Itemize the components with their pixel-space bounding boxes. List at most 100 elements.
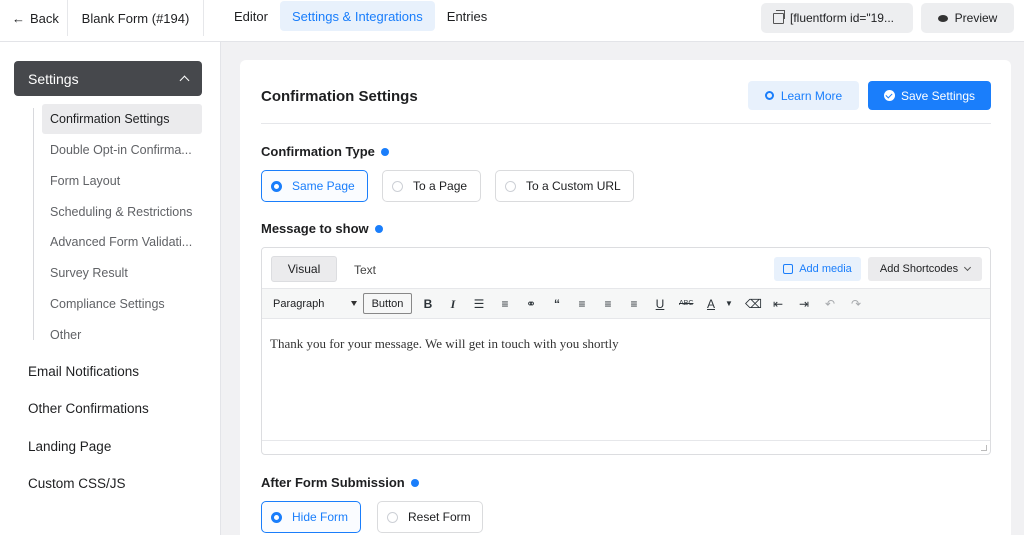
editor-content[interactable]: Thank you for your message. We will get … [270, 336, 619, 352]
shortcode-text: [fluentform id="19... [790, 11, 894, 25]
learn-more-label: Learn More [780, 88, 843, 103]
redo-icon[interactable]: ↷ [849, 296, 863, 312]
header-divider [261, 123, 991, 124]
radio-hide-form[interactable]: Hide Form [261, 501, 361, 533]
preview-label: Preview [954, 11, 998, 25]
message-label-text: Message to show [261, 221, 369, 236]
italic-icon[interactable]: I [446, 296, 460, 312]
bold-icon[interactable]: B [421, 296, 435, 312]
blockquote-icon[interactable]: “ [550, 296, 564, 312]
radio-to-a-page[interactable]: To a Page [382, 170, 481, 202]
editor-tabs-bar: Visual Text Add media Add Shortcodes [262, 248, 990, 288]
top-tabs: Editor Settings & Integrations Entries [222, 1, 499, 31]
format-select[interactable]: Paragraph [269, 294, 361, 313]
sidebar-item-double-opt-in[interactable]: Double Opt-in Confirma... [42, 135, 202, 165]
tab-visual[interactable]: Visual [271, 256, 337, 282]
sidebar-item-email-notifications[interactable]: Email Notifications [28, 364, 139, 379]
add-media-button[interactable]: Add media [774, 257, 861, 281]
back-button[interactable]: ← Back [0, 0, 68, 36]
sidebar-item-survey-result[interactable]: Survey Result [42, 258, 202, 288]
resize-handle-icon[interactable] [981, 445, 987, 451]
sidebar-item-form-layout[interactable]: Form Layout [42, 166, 202, 196]
undo-icon[interactable]: ↶ [823, 296, 837, 312]
format-select-value: Paragraph [273, 297, 325, 310]
tab-settings-integrations[interactable]: Settings & Integrations [279, 1, 435, 31]
radio-dot-icon [387, 511, 398, 523]
add-shortcodes-dropdown[interactable]: Add Shortcodes [868, 257, 982, 281]
editor-toolbar: Paragraph Button B I ☰ ≡ ⚭ “ ≡ ≡ ≡ U ABC… [262, 288, 990, 319]
info-icon[interactable] [410, 478, 419, 487]
tab-entries[interactable]: Entries [435, 1, 499, 31]
top-bar: ← Back Blank Form (#194) Editor Settings… [0, 0, 1024, 42]
radio-reset-form-label: Reset Form [408, 510, 471, 524]
after-submission-label: After Form Submission [261, 475, 419, 490]
radio-custom-url-label: To a Custom URL [526, 179, 621, 193]
radio-dot-icon [505, 180, 516, 192]
radio-dot-icon [392, 180, 403, 192]
back-label: Back [30, 10, 59, 26]
media-icon [783, 264, 794, 274]
link-icon[interactable]: ⚭ [524, 296, 538, 312]
add-shortcodes-label: Add Shortcodes [879, 263, 959, 275]
radio-same-page[interactable]: Same Page [261, 170, 368, 202]
tab-editor[interactable]: Editor [222, 1, 280, 31]
preview-button[interactable]: Preview [921, 3, 1014, 33]
save-settings-label: Save Settings [900, 88, 976, 103]
radio-dot-icon [271, 511, 282, 523]
sidebar-item-other[interactable]: Other [42, 320, 202, 350]
text-color-caret-icon[interactable]: ▼ [722, 296, 736, 312]
info-icon[interactable] [380, 147, 389, 156]
form-name: Blank Form (#194) [68, 0, 204, 36]
message-label: Message to show [261, 221, 383, 236]
shortcode-copy-button[interactable]: [fluentform id="19... [761, 3, 913, 33]
numbered-list-icon[interactable]: ≡ [498, 296, 512, 312]
message-editor: Visual Text Add media Add Shortcodes Par… [261, 247, 991, 455]
radio-reset-form[interactable]: Reset Form [377, 501, 483, 533]
settings-card: Confirmation Settings Learn More Save Se… [240, 60, 1011, 535]
caret-down-icon [351, 301, 357, 306]
sidebar-settings-header[interactable]: Settings [14, 61, 202, 96]
align-center-icon[interactable]: ≡ [601, 296, 615, 312]
after-submission-text: After Form Submission [261, 475, 405, 490]
radio-to-a-page-label: To a Page [413, 179, 468, 193]
align-left-icon[interactable]: ≡ [575, 296, 589, 312]
radio-custom-url[interactable]: To a Custom URL [495, 170, 634, 202]
insert-button-button[interactable]: Button [363, 293, 412, 314]
sidebar-item-advanced-validation[interactable]: Advanced Form Validati... [42, 227, 202, 257]
sidebar-item-other-confirmations[interactable]: Other Confirmations [28, 401, 149, 416]
chevron-up-icon [179, 75, 190, 86]
page-title: Confirmation Settings [261, 88, 418, 105]
radio-same-page-label: Same Page [292, 179, 355, 193]
settings-sidebar: Settings Confirmation Settings Double Op… [0, 42, 221, 535]
eye-icon [937, 14, 948, 22]
editor-footer-line [262, 440, 990, 441]
sidebar-item-compliance[interactable]: Compliance Settings [42, 289, 202, 319]
sidebar-item-landing-page[interactable]: Landing Page [28, 439, 111, 454]
chevron-down-icon [964, 263, 972, 272]
outdent-icon[interactable]: ⇤ [771, 296, 785, 312]
sidebar-item-confirmation-settings[interactable]: Confirmation Settings [42, 104, 202, 134]
sidebar-header-label: Settings [28, 70, 79, 87]
arrow-left-icon: ← [12, 10, 25, 26]
save-settings-button[interactable]: Save Settings [868, 81, 991, 110]
indent-icon[interactable]: ⇥ [797, 296, 811, 312]
tab-text[interactable]: Text [354, 263, 376, 277]
check-circle-icon [883, 90, 895, 101]
align-right-icon[interactable]: ≡ [627, 296, 641, 312]
info-circle-icon [764, 91, 774, 100]
strikethrough-icon[interactable]: ABC [679, 296, 693, 312]
sidebar-item-scheduling[interactable]: Scheduling & Restrictions [42, 197, 202, 227]
radio-hide-form-label: Hide Form [292, 510, 349, 524]
underline-icon[interactable]: U [653, 296, 667, 312]
add-media-label: Add media [799, 263, 852, 275]
confirmation-type-label: Confirmation Type [261, 144, 389, 159]
text-color-icon[interactable]: A [704, 296, 718, 312]
clear-formatting-icon[interactable]: ⌫ [745, 296, 762, 312]
sidebar-item-custom-css-js[interactable]: Custom CSS/JS [28, 476, 126, 491]
info-icon[interactable] [374, 224, 383, 233]
tree-line [33, 108, 34, 340]
confirmation-type-text: Confirmation Type [261, 144, 375, 159]
bullet-list-icon[interactable]: ☰ [472, 296, 486, 312]
copy-icon [773, 9, 785, 24]
learn-more-button[interactable]: Learn More [748, 81, 859, 110]
